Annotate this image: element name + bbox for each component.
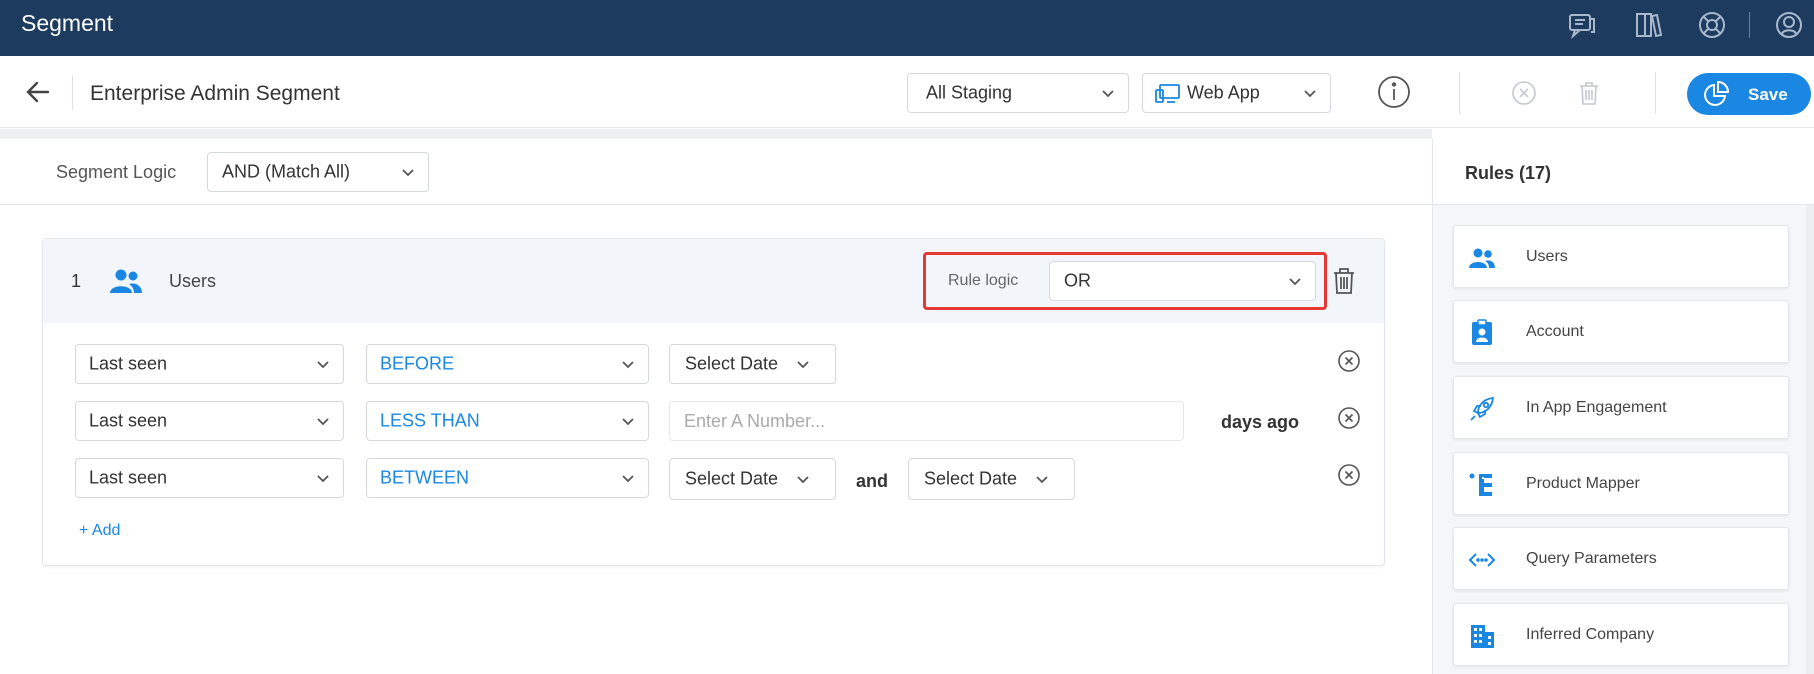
header-divider xyxy=(1655,72,1656,114)
top-bar: Segment xyxy=(0,0,1814,56)
rule-item-label: Inferred Company xyxy=(1526,626,1655,643)
header-divider xyxy=(72,76,73,110)
remove-condition-icon[interactable] xyxy=(1337,406,1361,430)
segment-logic-label: Segment Logic xyxy=(56,162,177,182)
header-divider xyxy=(1459,72,1460,114)
save-button[interactable]: Save xyxy=(1687,73,1811,115)
rule-item-label: Account xyxy=(1526,323,1584,340)
condition-attribute-select[interactable]: Last seen xyxy=(75,344,344,384)
segment-header: Enterprise Admin Segment All Staging Web… xyxy=(0,56,1814,128)
users-icon xyxy=(110,269,142,293)
building-icon xyxy=(1471,625,1494,648)
rule-logic-label: Rule logic xyxy=(948,272,1019,289)
product-mapper-icon xyxy=(1469,473,1492,496)
rule-item-label: Product Mapper xyxy=(1526,475,1640,492)
save-label: Save xyxy=(1748,85,1788,104)
chevron-down-icon xyxy=(1102,90,1114,98)
rocket-icon xyxy=(1470,396,1495,421)
chevron-down-icon xyxy=(622,361,634,369)
remove-condition-icon[interactable] xyxy=(1337,349,1361,373)
condition-operator-value: BETWEEN xyxy=(380,467,470,488)
chevron-down-icon xyxy=(317,418,329,426)
end-date-value: Select Date xyxy=(924,468,1018,489)
rule-item-users[interactable]: Users xyxy=(1453,225,1789,288)
rules-scrollbar[interactable] xyxy=(1806,205,1814,674)
date-select-value: Select Date xyxy=(685,353,779,374)
rule-item-inferred-company[interactable]: Inferred Company xyxy=(1453,603,1789,666)
condition-operator-value: BEFORE xyxy=(380,353,455,374)
end-date-select[interactable]: Select Date xyxy=(908,458,1075,500)
app-title: Segment xyxy=(21,10,114,36)
chevron-down-icon xyxy=(1036,476,1048,484)
start-date-value: Select Date xyxy=(685,468,779,489)
rule-item-label: Query Parameters xyxy=(1526,550,1657,567)
chevron-down-icon xyxy=(1304,90,1316,98)
rules-panel-header: Rules (17) xyxy=(1433,139,1814,205)
rule-item-account[interactable]: Account xyxy=(1453,300,1789,363)
remove-condition-icon[interactable] xyxy=(1337,463,1361,487)
and-label: and xyxy=(856,471,889,491)
start-date-select[interactable]: Select Date xyxy=(669,458,836,500)
info-icon[interactable] xyxy=(1377,75,1411,109)
rule-item-label: In App Engagement xyxy=(1526,399,1667,416)
topbar-divider xyxy=(1749,12,1750,38)
segment-logic-value: AND (Match All) xyxy=(222,161,351,182)
delete-rule-icon[interactable] xyxy=(1330,266,1358,296)
condition-operator-value: LESS THAN xyxy=(380,410,480,431)
account-icon xyxy=(1472,319,1492,345)
environment-select[interactable]: All Staging xyxy=(907,73,1129,113)
segment-logic-select[interactable]: AND (Match All) xyxy=(207,152,429,192)
date-select[interactable]: Select Date xyxy=(669,344,836,384)
rule-item-product-mapper[interactable]: Product Mapper xyxy=(1453,452,1789,515)
add-condition-link[interactable]: + Add xyxy=(79,522,120,540)
rules-panel: Rules (17) Users Account In App Engageme… xyxy=(1432,139,1814,674)
rules-panel-title: Rules (17) xyxy=(1465,163,1552,183)
rule-item-query-parameters[interactable]: Query Parameters xyxy=(1453,527,1789,590)
users-icon xyxy=(1469,248,1495,268)
rule-card: 1 Users Rule logic OR Last seen BEFORE S… xyxy=(42,238,1385,566)
segment-logic-row: Segment Logic AND (Match All) xyxy=(0,139,1432,205)
web-app-icon xyxy=(1155,84,1180,103)
condition-attribute-value: Last seen xyxy=(89,467,168,488)
condition-operator-select[interactable]: BETWEEN xyxy=(366,458,649,498)
rule-header: 1 Users Rule logic OR xyxy=(43,239,1384,323)
chevron-down-icon xyxy=(402,169,414,177)
chat-icon[interactable] xyxy=(1567,10,1597,40)
days-ago-label: days ago xyxy=(1221,412,1300,432)
rule-logic-select[interactable]: OR xyxy=(1049,261,1316,301)
user-icon[interactable] xyxy=(1774,10,1804,40)
rule-item-label: Users xyxy=(1526,248,1568,265)
discard-icon[interactable] xyxy=(1510,79,1538,107)
rule-item-in-app-engagement[interactable]: In App Engagement xyxy=(1453,376,1789,439)
back-arrow-icon[interactable] xyxy=(22,76,54,108)
condition-attribute-value: Last seen xyxy=(89,353,168,374)
environment-value: All Staging xyxy=(926,82,1013,103)
chevron-down-icon xyxy=(622,475,634,483)
number-input[interactable] xyxy=(669,401,1184,441)
chevron-down-icon xyxy=(317,475,329,483)
support-icon[interactable] xyxy=(1697,10,1727,40)
condition-operator-select[interactable]: LESS THAN xyxy=(366,401,649,441)
segment-pie-icon xyxy=(1704,81,1729,106)
rule-logic-value: OR xyxy=(1064,270,1091,291)
condition-attribute-value: Last seen xyxy=(89,410,168,431)
delete-segment-icon[interactable] xyxy=(1575,79,1603,107)
book-icon[interactable] xyxy=(1633,10,1663,40)
condition-attribute-select[interactable]: Last seen xyxy=(75,458,344,498)
platform-select[interactable]: Web App xyxy=(1142,73,1331,113)
page-title: Enterprise Admin Segment xyxy=(90,82,340,105)
condition-operator-select[interactable]: BEFORE xyxy=(366,344,649,384)
rule-name: Users xyxy=(169,271,217,291)
condition-attribute-select[interactable]: Last seen xyxy=(75,401,344,441)
chevron-down-icon xyxy=(1289,278,1301,286)
header-shadow-band xyxy=(0,129,1432,139)
code-icon xyxy=(1468,553,1496,567)
chevron-down-icon xyxy=(317,361,329,369)
platform-value: Web App xyxy=(1187,82,1260,103)
chevron-down-icon xyxy=(797,476,809,484)
chevron-down-icon xyxy=(622,418,634,426)
rules-list: Users Account In App Engagement Product … xyxy=(1433,205,1814,674)
chevron-down-icon xyxy=(797,361,809,369)
rule-number: 1 xyxy=(71,271,82,291)
